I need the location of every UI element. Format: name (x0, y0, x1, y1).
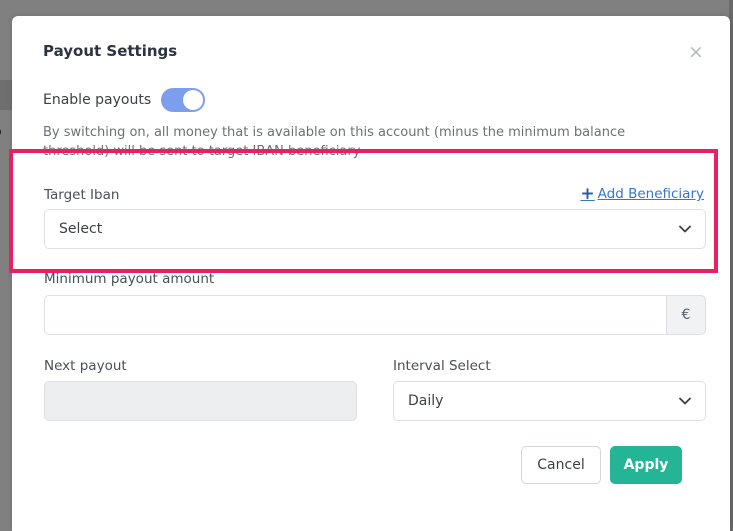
add-beneficiary-link[interactable]: + Add Beneficiary (580, 184, 704, 204)
payout-settings-modal: Payout Settings × Enable payouts By swit… (12, 16, 730, 531)
modal-title: Payout Settings (43, 42, 178, 60)
enable-payouts-toggle[interactable] (161, 88, 206, 112)
minimum-payout-group: € (44, 295, 706, 335)
interval-select-value: Daily (408, 393, 444, 409)
cancel-button[interactable]: Cancel (521, 446, 601, 484)
enable-payouts-label: Enable payouts (43, 92, 152, 108)
interval-select[interactable]: Daily (393, 381, 706, 421)
interval-select-label: Interval Select (393, 358, 491, 374)
enable-payouts-row: Enable payouts (43, 88, 206, 112)
payout-description: By switching on, all money that is avail… (43, 125, 626, 159)
next-payout-label: Next payout (44, 358, 127, 374)
target-iban-label: Target Iban (44, 187, 120, 203)
add-beneficiary-label: Add Beneficiary (597, 186, 704, 202)
target-iban-select-value: Select (59, 221, 103, 237)
background-strip (0, 80, 12, 110)
apply-button[interactable]: Apply (610, 446, 682, 484)
minimum-payout-input[interactable] (44, 295, 666, 335)
toggle-knob (183, 90, 204, 110)
currency-addon: € (666, 295, 706, 335)
chevron-down-icon (679, 223, 691, 235)
minimum-payout-label: Minimum payout amount (44, 271, 215, 287)
close-icon[interactable]: × (686, 42, 706, 62)
background-edge-text: o (0, 124, 12, 140)
next-payout-input (44, 381, 357, 421)
chevron-down-icon (679, 395, 691, 407)
plus-icon: + (580, 184, 595, 204)
target-iban-select[interactable]: Select (44, 209, 706, 249)
